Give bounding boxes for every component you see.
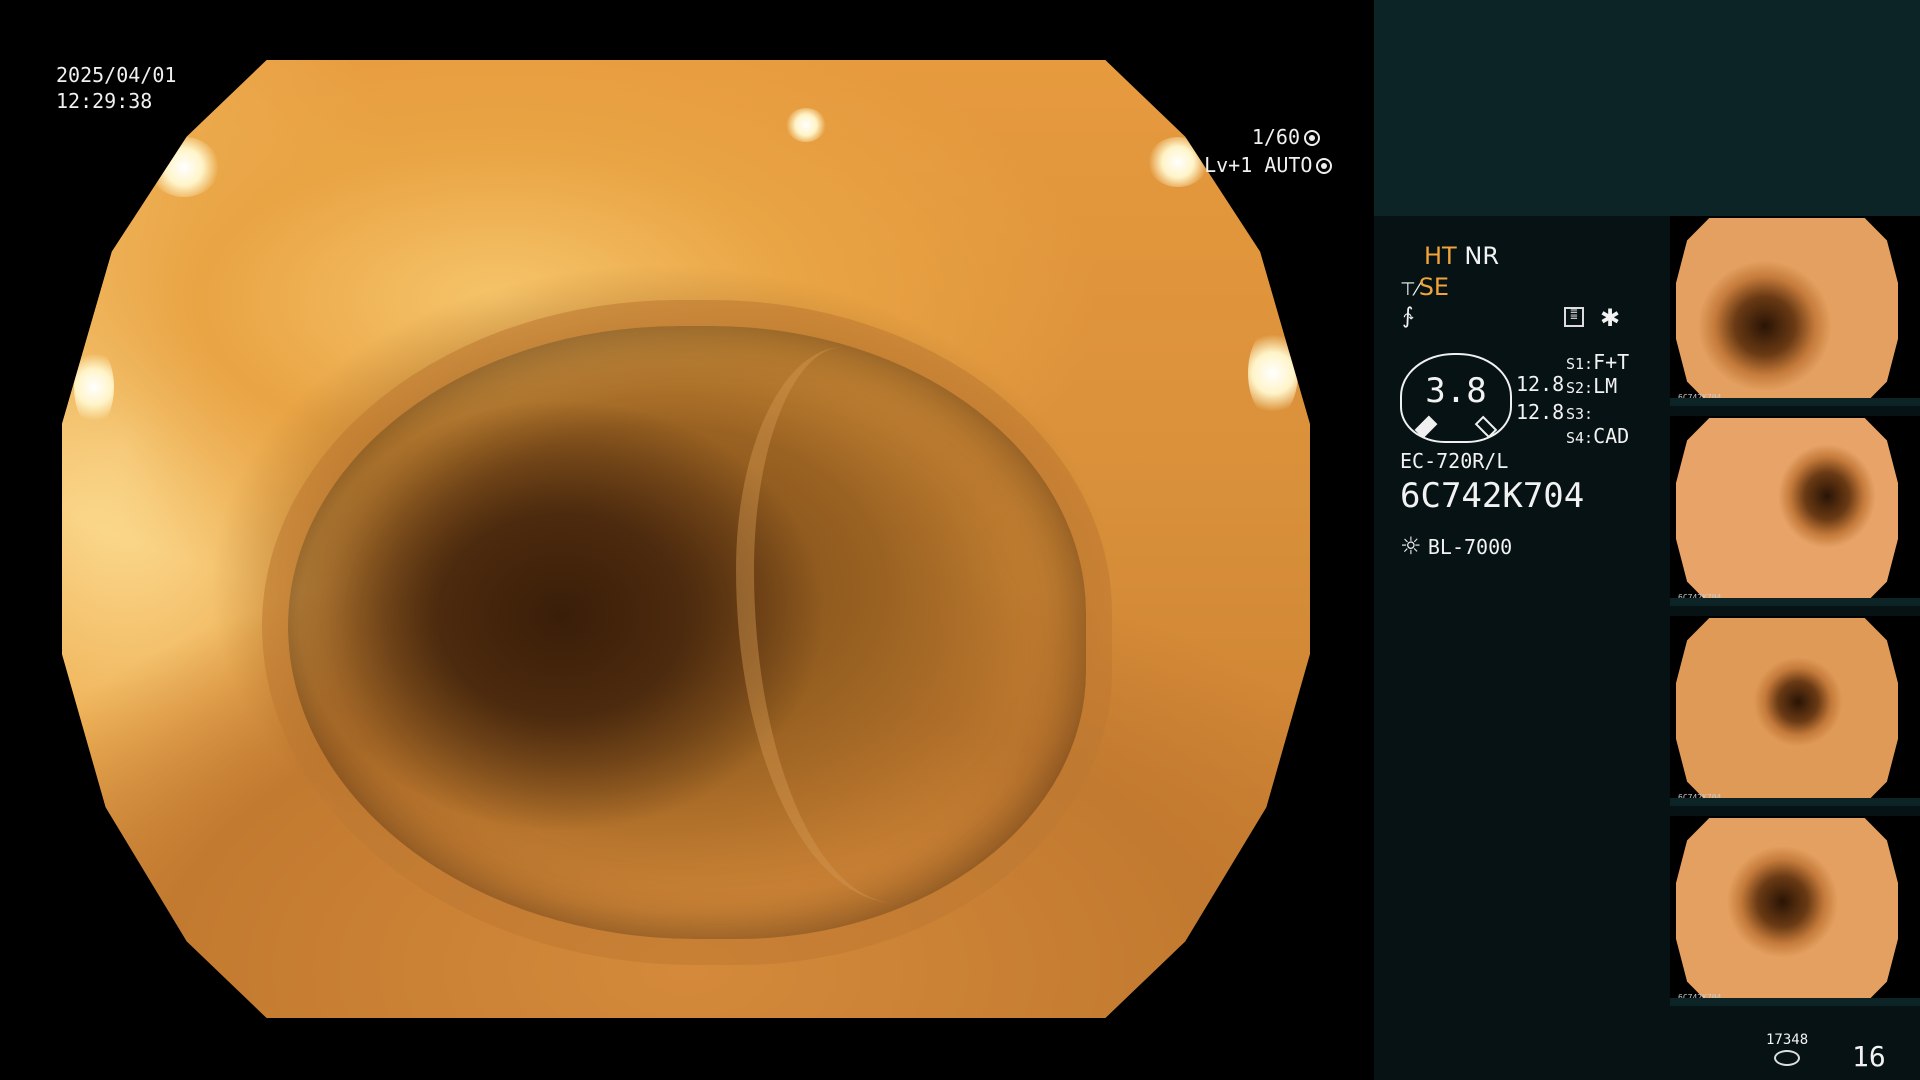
s1-value: F+T [1593,350,1630,374]
s4-row: S4:CAD [1566,424,1629,448]
thumbnail-bar [1670,398,1920,406]
thumbnail-1[interactable]: 6C742K704 [1670,216,1920,406]
gauge-marker-right [1474,415,1498,439]
light-source-icon: ☼ [1400,532,1422,560]
thumbnail-3[interactable]: 6C742K704 [1670,616,1920,806]
value-1: 12.8 [1516,372,1565,396]
s3-row: S3: [1566,400,1593,424]
s4-label: S4: [1566,429,1594,447]
nr-indicator: NR [1464,242,1499,270]
scope-model: EC-720R/L [1400,449,1509,473]
light-reflection [785,107,826,142]
date-text: 2025/04/01 [56,63,177,87]
ht-indicator: HT [1424,242,1457,270]
thumbnail-2[interactable]: 6C742K704 [1670,416,1920,606]
image-number: 16 [1852,1040,1886,1073]
thumbnail-image [1676,618,1898,804]
asterisk-icon: ✱ [1600,304,1621,332]
time-text: 12:29:38 [56,89,153,113]
thumbnail-image [1676,218,1898,404]
thumbnail-bar [1670,798,1920,806]
s2-label: S2: [1566,379,1594,397]
thumbnail-image [1676,418,1898,604]
iris-text: AUTO [1264,153,1313,177]
zoom-gauge: 3.8 [1400,353,1512,443]
menu-icon: ≡ ≡ [1564,307,1584,327]
s1-label: S1: [1566,355,1594,373]
iris-icon [1316,158,1333,174]
light-reflection [1247,328,1298,419]
gauge-value: 3.8 [1425,371,1487,411]
se-row: ⊤⁄SE [1400,273,1449,301]
storage-icon [1774,1050,1800,1066]
info-panel-top [1374,0,1920,216]
level-text: Lv+1 [1204,153,1253,177]
thumbnail-bar [1670,998,1920,1006]
light-source-row: ☼ BL-7000 [1400,532,1512,560]
freeze-icon: ∱ [1402,304,1414,329]
thumbnail-bar [1670,598,1920,606]
iris-readout: Lv+1 AUTO [1180,126,1333,178]
light-reflection [74,347,115,428]
s4-value: CAD [1593,424,1630,448]
s3-label: S3: [1566,405,1594,423]
datetime-readout: 2025/04/01 12:29:38 [56,62,176,114]
structure-icon: ⊤⁄ [1400,279,1419,300]
ht-nr-row: HT NR [1424,242,1499,270]
endoscope-main-view [62,60,1310,1018]
s2-row: S2:LM [1566,374,1617,398]
light-reflection [149,136,220,197]
image-count: 17348 [1766,1032,1809,1048]
s2-value: LM [1593,374,1618,398]
value-2: 12.8 [1516,400,1565,424]
gauge-marker-left [1414,415,1438,439]
se-indicator: SE [1418,273,1450,301]
light-source-text: BL-7000 [1427,535,1513,559]
scope-serial: 6C742K704 [1400,476,1585,516]
thumbnail-4[interactable]: 6C742K704 [1670,816,1920,1006]
thumbnail-image [1676,818,1898,1004]
s1-row: S1:F+T [1566,350,1629,374]
